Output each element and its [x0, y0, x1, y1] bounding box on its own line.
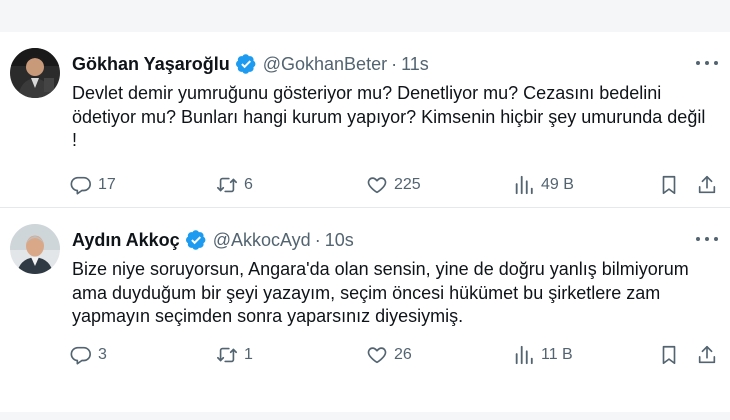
tweet-actions: 17 6 225 49 B [70, 172, 720, 198]
bookmark-icon [662, 345, 676, 365]
tweet-actions: 3 1 26 11 B [70, 342, 720, 368]
share-button[interactable] [696, 342, 718, 368]
author-handle[interactable]: @AkkocAyd [213, 230, 311, 251]
views-icon [515, 175, 533, 195]
tweet: Aydın Akkoç @AkkocAyd · 10s Bize niye so… [0, 208, 730, 412]
retweet-count: 6 [244, 176, 253, 193]
like-button[interactable]: 26 [366, 342, 412, 368]
views-count: 49 B [541, 176, 574, 193]
author-name[interactable]: Gökhan Yaşaroğlu [72, 54, 230, 75]
retweet-button[interactable]: 6 [216, 172, 253, 198]
separator-dot: · [314, 229, 321, 250]
retweet-icon [217, 177, 237, 193]
retweet-button[interactable]: 1 [216, 342, 253, 368]
top-frame [0, 0, 730, 32]
views-icon [515, 345, 533, 365]
share-icon [698, 345, 716, 364]
reply-count: 3 [98, 346, 107, 363]
avatar[interactable] [10, 224, 60, 274]
verified-badge-icon [235, 53, 257, 75]
timestamp[interactable]: 10s [325, 230, 354, 251]
timestamp[interactable]: 11s [401, 54, 429, 75]
bookmark-icon [662, 175, 676, 195]
reply-count: 17 [98, 176, 116, 193]
tweet-header: Gökhan Yaşaroğlu @GokhanBeter · 11s [72, 52, 429, 76]
views-button[interactable]: 49 B [513, 172, 574, 198]
bookmark-button[interactable] [658, 342, 680, 368]
more-icon[interactable] [696, 230, 718, 248]
share-icon [698, 175, 716, 194]
like-icon [367, 347, 387, 364]
like-count: 26 [394, 346, 412, 363]
more-icon[interactable] [696, 54, 718, 72]
reply-icon [70, 176, 91, 195]
reply-button[interactable]: 3 [70, 342, 107, 368]
share-button[interactable] [696, 172, 718, 198]
reply-icon [70, 346, 91, 365]
tweet: Gökhan Yaşaroğlu @GokhanBeter · 11s Devl… [0, 32, 730, 207]
retweet-icon [217, 347, 237, 363]
author-name[interactable]: Aydın Akkoç [72, 230, 180, 251]
retweet-count: 1 [244, 346, 253, 363]
tweet-header: Aydın Akkoç @AkkocAyd · 10s [72, 228, 354, 252]
like-count: 225 [394, 176, 421, 193]
verified-badge-icon [185, 229, 207, 251]
bottom-frame [0, 412, 730, 420]
bookmark-button[interactable] [658, 172, 680, 198]
tweet-text: Devlet demir yumruğunu gösteriyor mu? De… [72, 83, 706, 150]
reply-button[interactable]: 17 [70, 172, 116, 198]
like-icon [367, 177, 387, 194]
tweet-text: Bize niye soruyorsun, Angara'da olan sen… [72, 259, 689, 326]
views-count: 11 B [541, 346, 573, 363]
separator-dot: · [391, 53, 398, 74]
views-button[interactable]: 11 B [513, 342, 573, 368]
like-button[interactable]: 225 [366, 172, 421, 198]
author-handle[interactable]: @GokhanBeter [263, 54, 387, 75]
avatar[interactable] [10, 48, 60, 98]
